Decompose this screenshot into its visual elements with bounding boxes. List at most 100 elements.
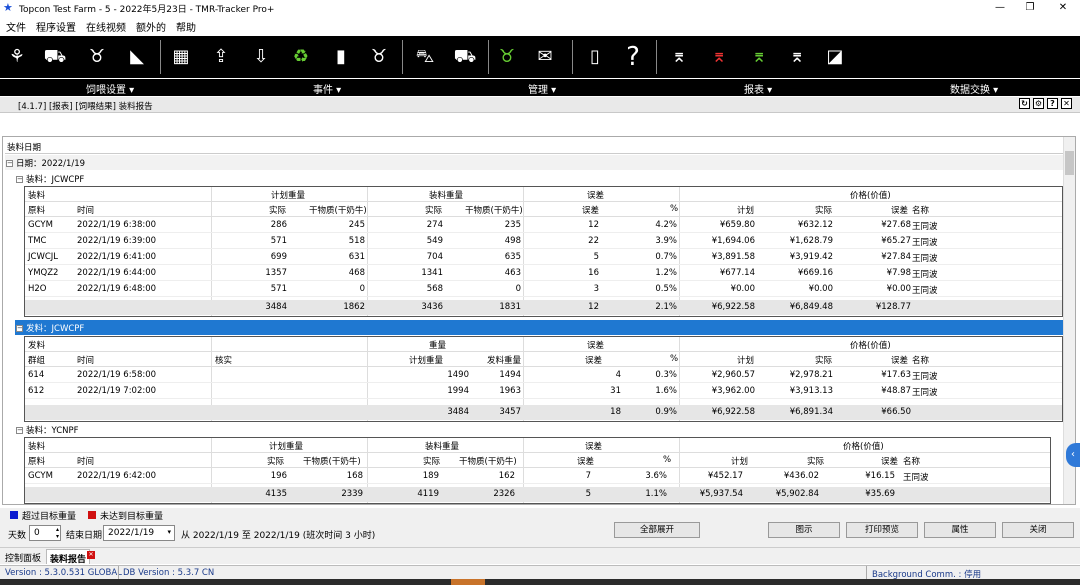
range-text: 从 2022/1/19 至 2022/1/19 (班次时间 3 小时)	[181, 531, 376, 541]
table-row[interactable]: TMC 2022/1/19 6:39:00 571 518 549 498 22 3.9% ¥1…	[25, 234, 1062, 249]
feeder-ramp-icon[interactable]: ◣	[122, 40, 152, 74]
recycle-icon[interactable]: ♻	[286, 40, 316, 74]
wagon-icon[interactable]: ⛍	[410, 40, 440, 74]
side-collapse-handle[interactable]: ‹	[1066, 443, 1080, 467]
table-cell: ¥3,913.13	[789, 386, 833, 396]
table-cell: 631	[348, 252, 365, 262]
milk-bottle-icon[interactable]: ▮	[326, 40, 356, 74]
close-window-button[interactable]: ✕	[1048, 0, 1078, 16]
header-row-2: 原料 时间 实际 干物质(干奶牛) 实际 干物质(干奶牛) 误差 % 计划 实际…	[25, 202, 1062, 217]
table-cell: ¥27.84	[881, 252, 911, 262]
days-spinner[interactable]: 0 ▴ ▾	[29, 525, 61, 541]
table-cell: 1341	[421, 268, 443, 278]
report-grid[interactable]: 装料日期 − 日期：2022/1/19 − 装料：JCWCPF 装料 计划重量 装料…	[2, 136, 1076, 505]
usb-upload-icon[interactable]: ⇪	[206, 40, 236, 74]
mobile-icon[interactable]: ▯	[580, 40, 610, 74]
feed-scoop-icon[interactable]: ⚘	[2, 40, 32, 74]
table-row[interactable]: GCYM 2022/1/19 6:42:00 196 168 189 162 7 3.6% ¥4…	[25, 469, 1050, 484]
table-cell: ¥669.16	[797, 268, 833, 278]
table-row[interactable]: JCWCJL 2022/1/19 6:41:00 699 631 704 635 5 0.7%…	[25, 250, 1062, 265]
chart-button[interactable]: 图示	[768, 522, 840, 538]
tab-control-panel[interactable]: 控制面板	[5, 551, 41, 564]
section-loading-jcwcpf[interactable]: − 装料：JCWCPF	[16, 173, 84, 185]
collapse-toggle-icon[interactable]: −	[16, 325, 23, 332]
header-row-2: 群组 时间 核实 计划重量 发料重量 误差 % 计划 实际 误差 名称	[25, 352, 1062, 367]
table-cell: 635	[504, 252, 521, 262]
table-cell: ¥16.15	[865, 471, 895, 481]
end-date-picker[interactable]: 2022/1/19 ▾	[103, 525, 175, 541]
menu-online-video[interactable]: 在线视频	[86, 19, 126, 34]
collapse-toggle-icon[interactable]: −	[16, 176, 23, 183]
table-cell: 1963	[499, 386, 521, 396]
menu-file[interactable]: 文件	[6, 19, 26, 34]
tower-stop-icon[interactable]: ⌆	[782, 40, 812, 74]
table-cell: 2022/1/19 6:39:00	[77, 236, 157, 246]
maximize-button[interactable]: ❐	[1015, 0, 1045, 16]
table-cell: 614	[28, 370, 45, 380]
email-icon[interactable]: ✉	[530, 40, 560, 74]
cow-water-icon[interactable]: ♉	[364, 40, 394, 74]
help-small-icon[interactable]: ?	[1047, 98, 1058, 109]
table-cell: 3.9%	[655, 236, 677, 246]
document-tabs: 控制面板 装料报告 ✕	[0, 547, 1080, 565]
menu-program-settings[interactable]: 程序设置	[36, 19, 76, 34]
table-cell: 7	[585, 471, 591, 481]
loading-table-jcwcpf: 装料 计划重量 装料重量 误差 价格(价值) 原料 时间 实际 干物质(干奶牛)…	[24, 186, 1063, 317]
tractor-feeding-icon[interactable]: ⛟	[40, 40, 70, 74]
refresh-icon[interactable]: ↻	[1019, 98, 1030, 109]
help-icon[interactable]: ?	[618, 40, 648, 74]
close-panel-icon[interactable]: ✕	[1061, 98, 1072, 109]
tower-icon[interactable]: ⌆	[664, 40, 694, 74]
date-group-row[interactable]: − 日期：2022/1/19	[6, 157, 85, 169]
table-row[interactable]: H2O 2022/1/19 6:48:00 571 0 568 0 3 0.5% ¥0.00 ¥0…	[25, 282, 1062, 297]
table-cell: 196	[270, 471, 287, 481]
table-cell: 2022/1/19 6:38:00	[77, 220, 157, 230]
menu-help[interactable]: 帮助	[176, 19, 196, 34]
nav-feeding-settings[interactable]: 饲喂设置 ▾	[86, 81, 134, 96]
tab-loading-report[interactable]: 装料报告	[46, 549, 91, 565]
nav-data-exchange[interactable]: 数据交换 ▾	[950, 81, 998, 96]
cow-chart-icon[interactable]: ♉	[492, 40, 522, 74]
tower-play-icon[interactable]: ⌆	[744, 40, 774, 74]
table-row[interactable]: GCYM 2022/1/19 6:38:00 286 245 274 235 12 4.2% ¥…	[25, 218, 1062, 233]
window-title: Topcon Test Farm - 5 - 2022年5月23日 - TMR-…	[19, 4, 275, 15]
menu-extra[interactable]: 额外的	[136, 19, 166, 34]
table-cell: 1357	[265, 268, 287, 278]
nav-reports[interactable]: 报表 ▾	[744, 81, 772, 96]
close-report-button[interactable]: 关闭	[1002, 522, 1074, 538]
close-tab-icon[interactable]: ✕	[87, 551, 95, 559]
nav-events[interactable]: 事件 ▾	[313, 81, 341, 96]
collapse-toggle-icon[interactable]: −	[6, 160, 13, 167]
table-cell: 568	[426, 284, 443, 294]
chevron-down-icon[interactable]: ▾	[167, 528, 171, 536]
toolbar: ⚘ ⛟ ♉ ◣ ▦ ⇪ ⇩ ♻ ▮ ♉ ⛍ ⛟ ♉ ✉ ▯ ? ⌆ ⌆ ⌆ ⌆ …	[0, 36, 1080, 78]
cattle-group-icon[interactable]: ♉	[82, 40, 112, 74]
tower-red-icon[interactable]: ⌆	[704, 40, 734, 74]
satellite-dish-icon[interactable]: ◪	[820, 40, 850, 74]
table-row[interactable]: YMQZ2 2022/1/19 6:44:00 1357 468 1341 463 16 1.…	[25, 266, 1062, 281]
scroll-thumb[interactable]	[1065, 151, 1074, 175]
table-cell: ¥659.80	[719, 220, 755, 230]
mixer-wagon-icon[interactable]: ⛟	[450, 40, 480, 74]
table-cell: 168	[346, 471, 363, 481]
expand-all-button[interactable]: 全部展开	[614, 522, 700, 538]
nav-management[interactable]: 管理 ▾	[528, 81, 556, 96]
table-row[interactable]: 614 2022/1/19 6:58:00 1490 1494 4 0.3% ¥2,960.…	[25, 368, 1062, 383]
collapse-toggle-icon[interactable]: −	[16, 427, 23, 434]
settings-icon[interactable]: ⚙	[1033, 98, 1044, 109]
table-cell: 3	[593, 284, 599, 294]
table-cell: 0.5%	[655, 284, 677, 294]
table-row[interactable]: 612 2022/1/19 7:02:00 1994 1963 31 1.6% ¥3,962…	[25, 384, 1062, 399]
table-cell: 王同波	[912, 372, 938, 382]
minimize-button[interactable]: —	[985, 0, 1015, 16]
usb-download-icon[interactable]: ⇩	[246, 40, 276, 74]
table-cell: ¥1,628.79	[789, 236, 833, 246]
table-cell: ¥0.00	[886, 284, 911, 294]
section-dispatch-jcwcpf[interactable]: − 发料：JCWCPF	[15, 320, 1063, 335]
table-cell: 王同波	[912, 286, 938, 296]
print-preview-button[interactable]: 打印预览	[846, 522, 918, 538]
section-loading-ycnpf[interactable]: − 装料：YCNPF	[16, 424, 79, 436]
properties-button[interactable]: 属性	[924, 522, 996, 538]
grid-table-icon[interactable]: ▦	[166, 40, 196, 74]
table-cell: 1.6%	[655, 386, 677, 396]
